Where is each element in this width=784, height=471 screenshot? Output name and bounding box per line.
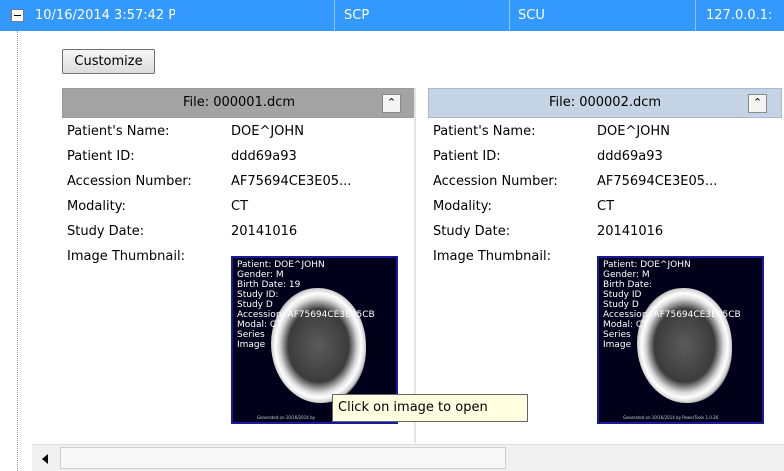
study-date-label: Study Date: (67, 224, 145, 239)
file-card-1: File: 000001.dcm ⌃ Patient's Name: DOE^J… (62, 88, 416, 424)
association-row[interactable]: 10/16/2014 3:57:42 PM SCP SCU 127.0.0.1: (0, 0, 784, 31)
file-card-2: File: 000002.dcm ⌃ Patient's Name: DOE^J… (428, 88, 782, 424)
study-date-label: Study Date: (433, 224, 511, 239)
row-calling-ae: SCP (344, 8, 370, 23)
open-image-tooltip: Click on image to open (332, 394, 528, 422)
column-separator (509, 0, 510, 31)
thumbnail-footer: Generated on 10/16/2014 by PowerTools 1.… (623, 415, 719, 420)
file-name-label: File: 000001.dcm (182, 95, 296, 110)
file-card-header[interactable]: File: 000002.dcm ⌃ (428, 88, 782, 118)
column-separator (334, 0, 335, 31)
modality-label: Modality: (433, 199, 492, 214)
row-timestamp: 10/16/2014 3:57:42 PM (35, 8, 175, 23)
modality-value: CT (597, 199, 615, 214)
image-thumbnail[interactable]: Patient: DOE^JOHN Gender: M Birth Date: … (597, 256, 764, 424)
tree-connector-line (17, 31, 18, 471)
collapse-double-chevron-icon[interactable]: ⌃ (382, 94, 401, 113)
patient-name-label: Patient's Name: (67, 124, 170, 139)
row-ip-address: 127.0.0.1: (706, 8, 773, 23)
modality-value: CT (231, 199, 249, 214)
accession-number-label: Accession Number: (433, 174, 558, 189)
study-date-value: 20141016 (231, 224, 298, 239)
collapse-minus-icon[interactable] (11, 9, 24, 22)
accession-number-value: AF75694CE3E05... (597, 174, 718, 189)
image-thumbnail-label: Image Thumbnail: (433, 249, 551, 264)
column-separator (695, 0, 696, 31)
thumbnail-overlay-text: Patient: DOE^JOHN Gender: M Birth Date: … (237, 260, 375, 350)
image-thumbnail-label: Image Thumbnail: (67, 249, 185, 264)
collapse-double-chevron-icon[interactable]: ⌃ (748, 94, 767, 113)
patient-id-label: Patient ID: (433, 149, 501, 164)
study-date-value: 20141016 (597, 224, 664, 239)
customize-button[interactable]: Customize (62, 49, 155, 74)
file-card-header[interactable]: File: 000001.dcm ⌃ (62, 88, 416, 118)
row-called-ae: SCU (518, 8, 545, 23)
patient-name-value: DOE^JOHN (597, 124, 670, 139)
patient-name-value: DOE^JOHN (231, 124, 304, 139)
file-name-label: File: 000002.dcm (548, 95, 662, 110)
card-divider (414, 88, 416, 443)
patient-id-value: ddd69a93 (597, 149, 663, 164)
patient-id-label: Patient ID: (67, 149, 135, 164)
scroll-thumb[interactable] (60, 447, 506, 469)
thumbnail-footer: Generated on 10/16/2014 by (257, 415, 315, 420)
patient-name-label: Patient's Name: (433, 124, 536, 139)
scroll-left-arrow-icon[interactable] (32, 445, 60, 471)
thumbnail-overlay-text: Patient: DOE^JOHN Gender: M Birth Date: … (603, 260, 741, 350)
horizontal-scrollbar[interactable] (32, 444, 784, 471)
accession-number-label: Accession Number: (67, 174, 192, 189)
accession-number-value: AF75694CE3E05... (231, 174, 352, 189)
modality-label: Modality: (67, 199, 126, 214)
patient-id-value: ddd69a93 (231, 149, 297, 164)
